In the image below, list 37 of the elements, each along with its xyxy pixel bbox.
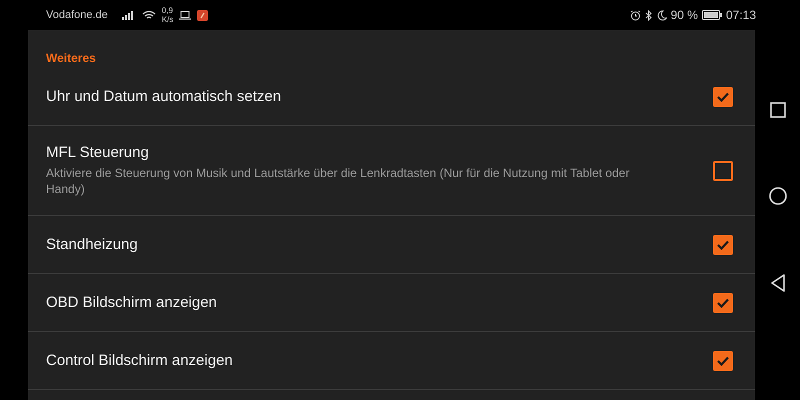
clock-time: 07:13: [726, 8, 756, 22]
bluetooth-icon: [644, 10, 653, 20]
setting-row[interactable]: Standheizung: [28, 216, 755, 274]
checkmark-icon: [716, 92, 730, 102]
moon-icon: [656, 10, 667, 20]
checkmark-icon: [716, 298, 730, 308]
setting-row[interactable]: MFL Steuerung Aktiviere die Steuerung von Musik und Lautstärke über die Lenkradtasten (Nur für die Nutzung mit Tablet oder Handy): [28, 126, 755, 216]
setting-title: Control Bildschirm anzeigen: [46, 352, 233, 369]
battery-percent: 90 %: [670, 8, 698, 22]
checkmark-icon: [716, 356, 730, 366]
setting-summary: Aktiviere die Steuerung von Musik und Lautstärke über die Lenkradtasten (Nur für die Nutzung mit Tablet oder Handy): [46, 165, 630, 197]
setting-title: MFL Steuerung: [46, 144, 150, 161]
setting-title: OBD Bildschirm anzeigen: [46, 294, 217, 311]
setting-title: Uhr und Datum automatisch setzen: [46, 88, 282, 105]
checkbox[interactable]: [713, 292, 733, 312]
app-icon: [197, 10, 208, 20]
checkbox[interactable]: [713, 350, 733, 370]
battery-icon: [702, 10, 722, 20]
setting-row[interactable]: OBD Bildschirm anzeigen: [28, 274, 755, 332]
speed-unit: K/s: [162, 15, 174, 24]
recents-icon[interactable]: [770, 102, 786, 118]
signal-icon: [122, 10, 136, 20]
back-icon[interactable]: [770, 274, 786, 292]
wifi-icon: [142, 10, 156, 20]
section-title: Weiteres: [45, 50, 97, 67]
home-icon[interactable]: [768, 187, 786, 205]
alarm-icon: [630, 10, 641, 20]
checkbox[interactable]: [713, 86, 733, 106]
carrier-name: Vodafone.de: [46, 9, 108, 21]
checkmark-icon: [716, 240, 730, 250]
checkbox[interactable]: [713, 160, 733, 180]
setting-row[interactable]: Control Bildschirm anzeigen: [28, 332, 755, 390]
setting-title: Standheizung: [46, 236, 138, 253]
checkbox[interactable]: [713, 234, 733, 254]
speed-value: 0,9: [162, 6, 174, 15]
laptop-icon: [179, 10, 192, 20]
setting-row[interactable]: Uhr und Datum automatisch setzen: [28, 68, 755, 126]
